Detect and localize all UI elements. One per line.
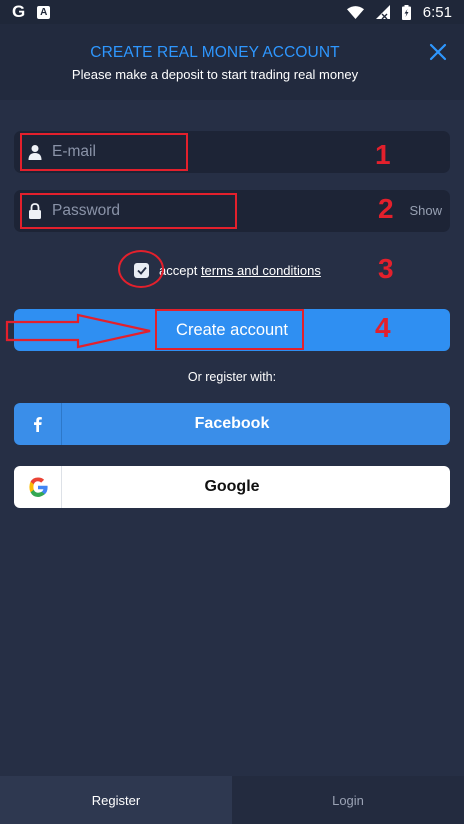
google-label: Google xyxy=(204,478,260,495)
facebook-button[interactable]: Facebook xyxy=(14,403,450,445)
annotation-number-4: 4 xyxy=(375,312,391,343)
terms-label: accept terms and conditions xyxy=(159,263,321,278)
annotation-box-create xyxy=(155,309,304,350)
annotation-number-3: 3 xyxy=(378,253,394,284)
tab-login[interactable]: Login xyxy=(232,776,464,824)
clock: 6:51 xyxy=(422,3,452,21)
annotation-number-1: 1 xyxy=(375,139,391,170)
google-button[interactable]: Google xyxy=(14,466,450,508)
terms-link[interactable]: terms and conditions xyxy=(201,263,321,278)
or-register-label: Or register with: xyxy=(187,370,277,384)
close-icon[interactable] xyxy=(428,42,448,62)
facebook-label: Facebook xyxy=(194,415,270,432)
annotation-circle-checkbox xyxy=(118,250,164,288)
google-icon-cell xyxy=(14,466,62,508)
show-password-toggle[interactable]: Show xyxy=(409,203,442,218)
google-notification-icon: G xyxy=(12,2,26,21)
annotation-box-email xyxy=(20,133,188,171)
app-notification-icon: A xyxy=(37,5,51,19)
status-left: G A xyxy=(12,2,51,22)
page-title: CREATE REAL MONEY ACCOUNT xyxy=(90,44,340,61)
facebook-icon-cell xyxy=(14,403,62,445)
status-right: 6:51 xyxy=(346,3,452,21)
annotation-box-password xyxy=(20,193,237,229)
tab-register-label: Register xyxy=(91,792,141,808)
dialog-header: CREATE REAL MONEY ACCOUNT Please make a … xyxy=(0,24,464,100)
tab-register[interactable]: Register xyxy=(0,776,232,824)
annotation-number-2: 2 xyxy=(378,193,394,224)
annotation-arrow-icon xyxy=(5,313,151,349)
facebook-icon xyxy=(34,417,42,432)
google-icon xyxy=(28,477,48,497)
terms-prefix: accept xyxy=(159,262,198,278)
tab-login-label: Login xyxy=(332,792,364,808)
battery-icon xyxy=(401,4,411,20)
wifi-icon xyxy=(346,5,364,19)
bottom-tabs: Register Login xyxy=(0,776,464,824)
status-bar: G A 6:51 xyxy=(0,0,464,24)
signal-icon xyxy=(375,5,390,19)
page-subtitle: Please make a deposit to start trading r… xyxy=(71,67,359,82)
